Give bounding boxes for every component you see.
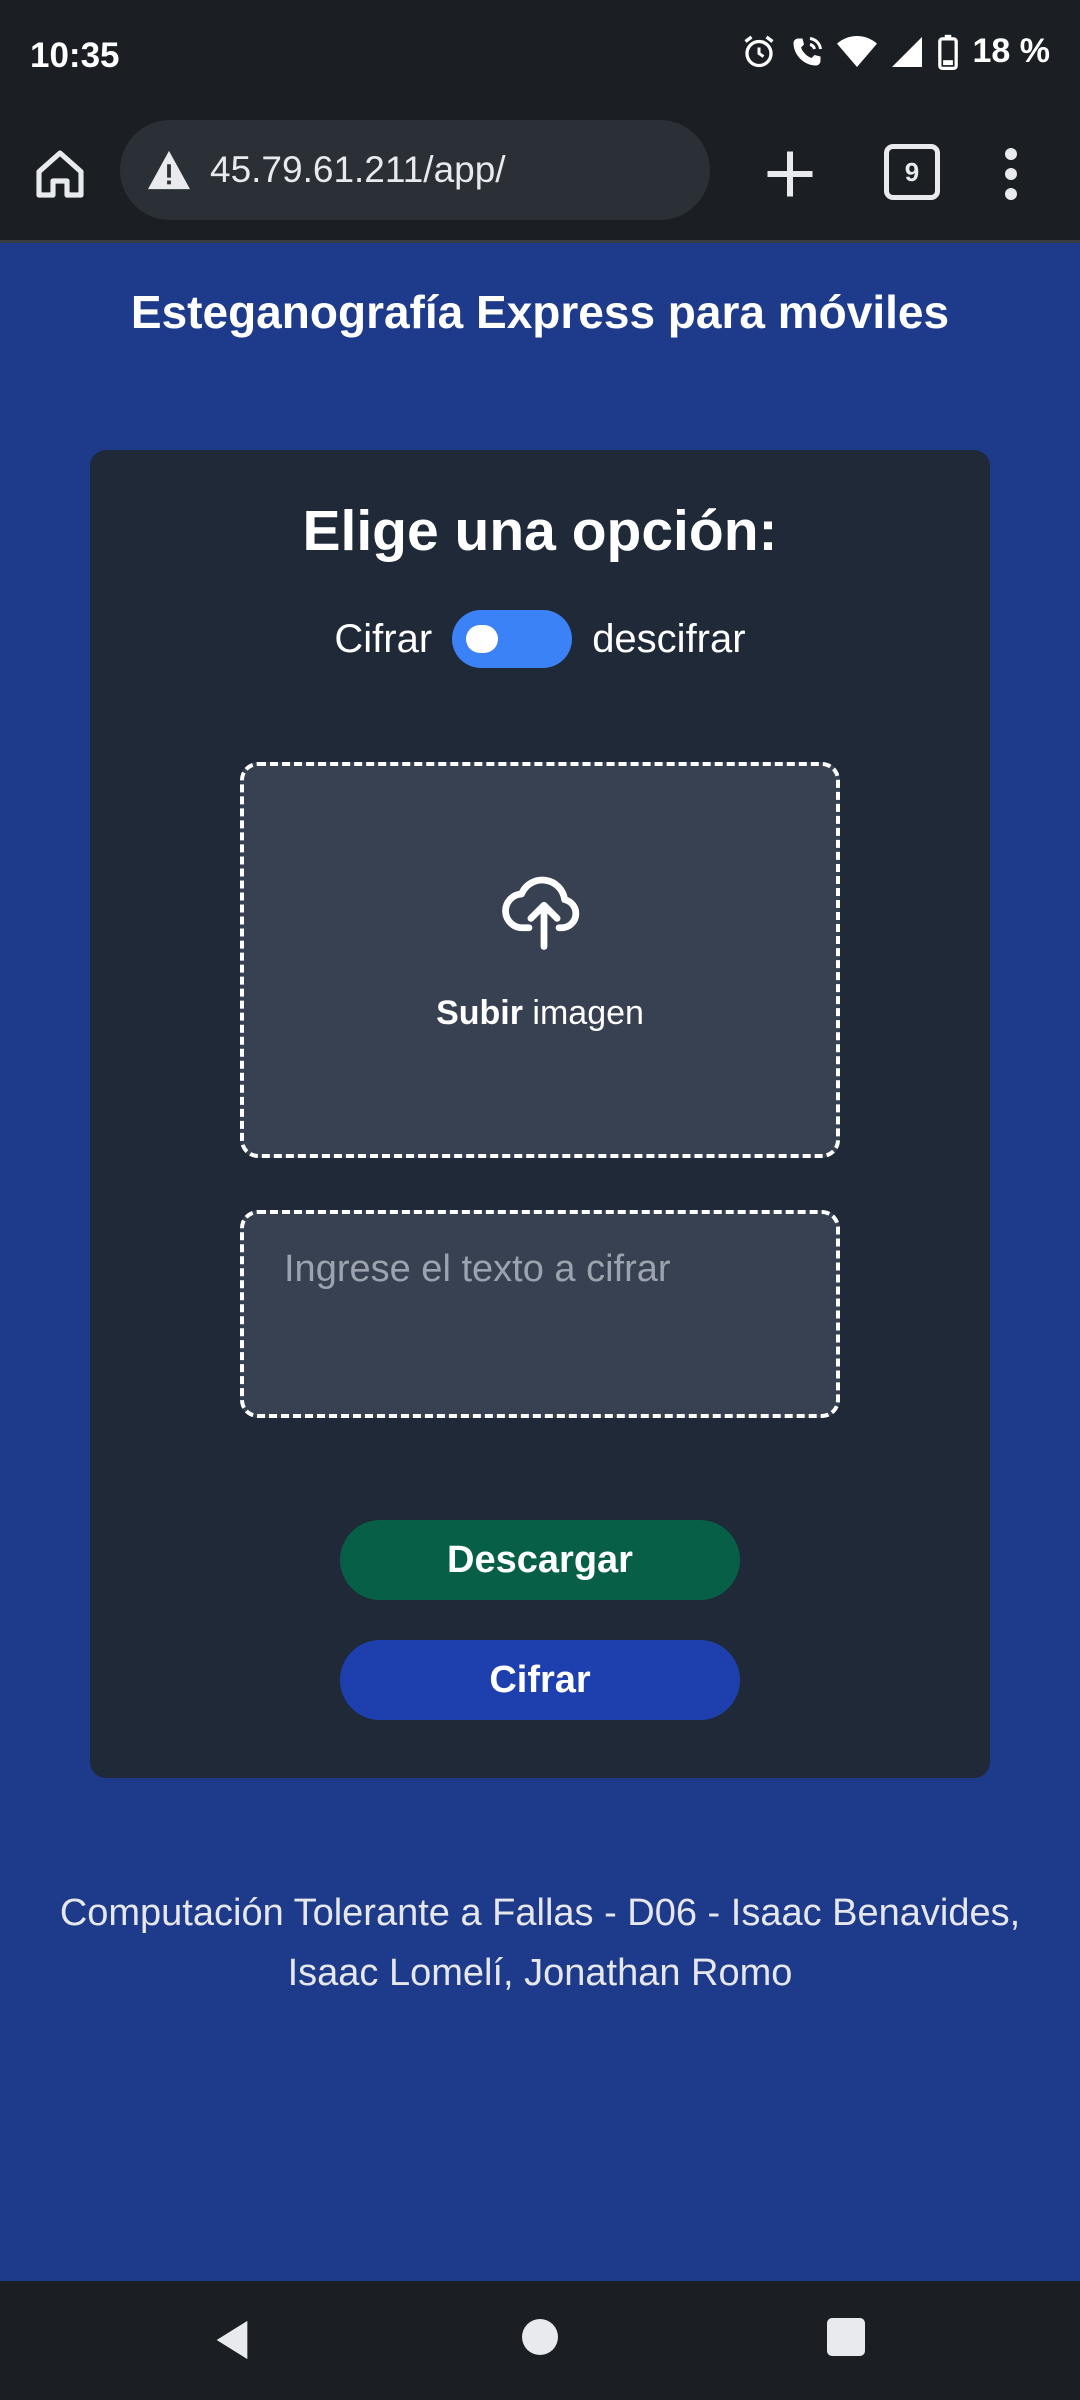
- status-time: 10:35: [30, 36, 120, 75]
- new-tab-icon[interactable]: [760, 144, 820, 204]
- image-upload-dropzone[interactable]: Subir imagen: [240, 762, 840, 1158]
- url-text[interactable]: 45.79.61.211/app/: [210, 149, 506, 191]
- toggle-label-encrypt: Cifrar: [334, 616, 433, 661]
- more-menu-icon[interactable]: [996, 144, 1026, 204]
- upload-label-bold[interactable]: Subir: [436, 994, 523, 1032]
- upload-label[interactable]: Subir imagen: [244, 994, 836, 1033]
- footer-line-1: Computación Tolerante a Fallas - D06 - I…: [59, 1892, 1021, 1934]
- page-title: Esteganografía Express para móviles: [130, 286, 950, 338]
- status-bar: 10:35 18 %: [0, 0, 1080, 114]
- footer-line-2: Isaac Lomelí, Jonathan Romo: [287, 1952, 793, 1994]
- tabs-icon[interactable]: 9: [884, 144, 940, 200]
- battery-percent: 18 %: [972, 32, 1051, 70]
- card-heading: Elige una opción:: [302, 499, 778, 563]
- home-icon[interactable]: [32, 146, 88, 202]
- options-card: Elige una opción: Cifrar descifrar Subir…: [90, 450, 990, 1778]
- toggle-label-decrypt: descifrar: [592, 616, 746, 661]
- mode-toggle[interactable]: [452, 610, 573, 668]
- back-icon[interactable]: [212, 2317, 252, 2363]
- status-icons: 18 %: [741, 32, 1051, 71]
- recents-icon[interactable]: [827, 2318, 865, 2356]
- not-secure-warning-icon[interactable]: [146, 149, 192, 191]
- browser-toolbar: 45.79.61.211/app/ 9: [0, 114, 1080, 243]
- encrypt-button[interactable]: Cifrar: [340, 1640, 740, 1720]
- signal-icon: [891, 36, 922, 67]
- toggle-knob[interactable]: [466, 625, 499, 653]
- address-bar[interactable]: 45.79.61.211/app/: [120, 120, 710, 220]
- wifi-call-icon: [793, 36, 822, 65]
- tabs-button[interactable]: 9: [884, 144, 940, 200]
- home-circle-icon[interactable]: [522, 2319, 558, 2355]
- text-input-box[interactable]: Ingrese el texto a cifrar: [240, 1210, 840, 1418]
- alarm-icon: [744, 35, 773, 67]
- system-nav-bar: [0, 2281, 1080, 2400]
- battery-icon: [937, 34, 958, 70]
- page-content: Esteganografía Express para móviles Elig…: [0, 243, 1080, 2281]
- upload-label-text[interactable]: imagen: [523, 994, 644, 1032]
- cloud-upload-icon: [502, 876, 580, 950]
- download-button[interactable]: Descargar: [340, 1520, 740, 1600]
- wifi-icon: [836, 35, 877, 67]
- footer-credits: Computación Tolerante a Fallas - D06 - I…: [40, 1883, 1040, 2003]
- mode-toggle-row: Cifrar descifrar: [90, 610, 990, 668]
- secret-text-input[interactable]: Ingrese el texto a cifrar: [284, 1248, 804, 1291]
